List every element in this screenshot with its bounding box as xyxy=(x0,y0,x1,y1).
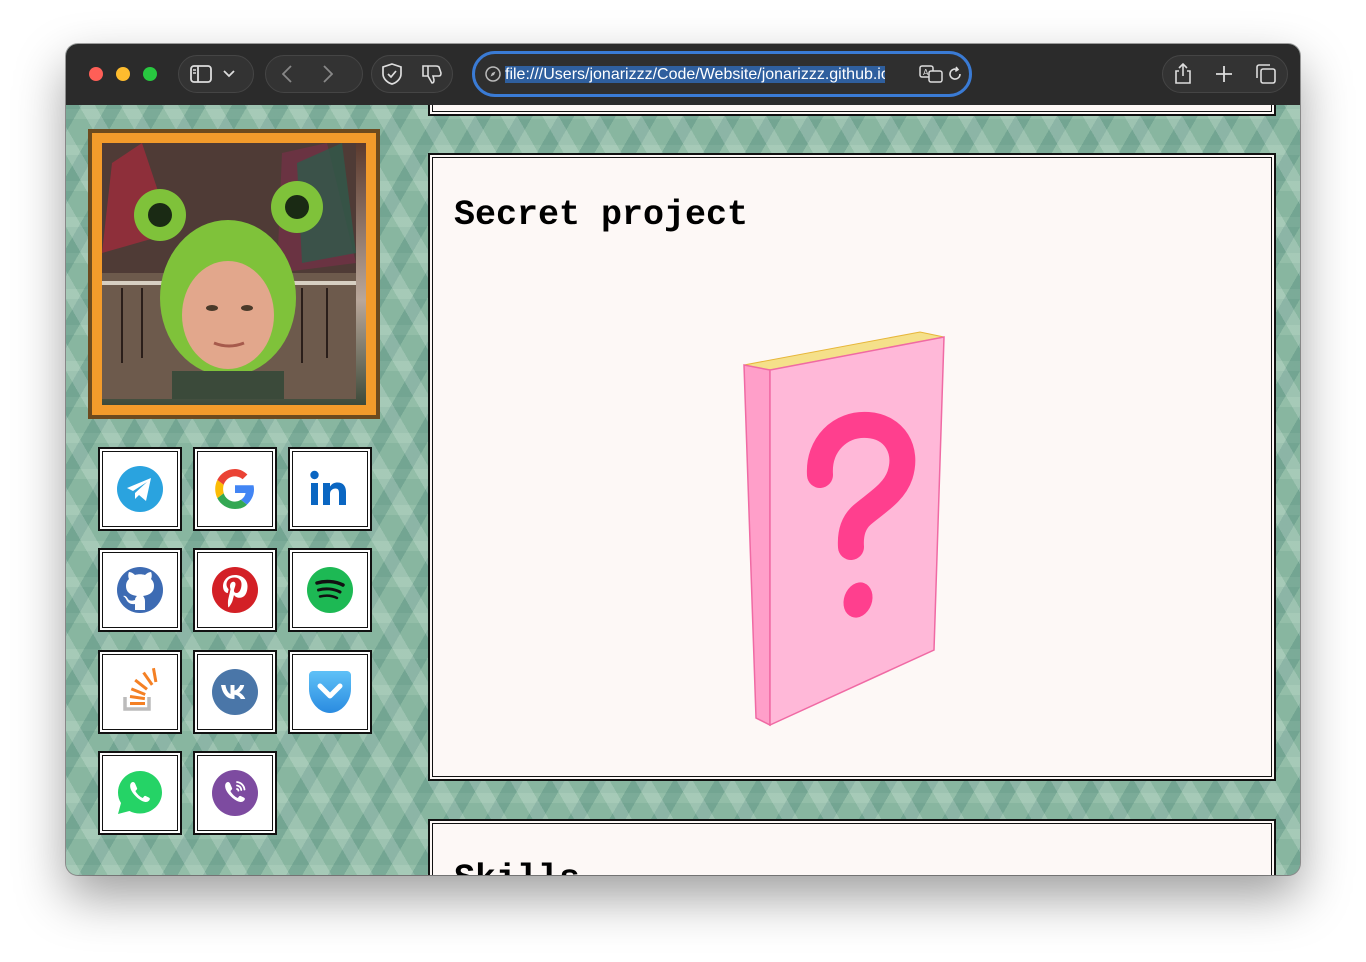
share-icon[interactable] xyxy=(1164,55,1202,93)
linkedin-icon xyxy=(310,470,346,505)
tabs-icon[interactable] xyxy=(1247,55,1285,93)
mystery-book-icon xyxy=(743,331,945,727)
skills-card: Skills xyxy=(428,819,1276,875)
secret-project-card: Secret project xyxy=(428,153,1276,781)
spotify-icon xyxy=(307,567,353,613)
google-icon xyxy=(215,469,254,509)
pinterest-link[interactable] xyxy=(193,548,277,632)
stackoverflow-icon xyxy=(123,667,158,711)
chevron-down-icon[interactable] xyxy=(214,55,244,93)
telegram-link[interactable] xyxy=(98,447,182,531)
google-link[interactable] xyxy=(193,447,277,531)
browser-window: file:///Users/jonarizzz/Code/Website/jon… xyxy=(66,44,1300,875)
vk-link[interactable] xyxy=(193,650,277,734)
viber-icon xyxy=(212,770,258,816)
vk-icon xyxy=(212,669,258,715)
back-icon[interactable] xyxy=(268,55,306,93)
section-title: Secret project xyxy=(454,195,749,235)
linkedin-link[interactable] xyxy=(288,447,372,531)
github-link[interactable] xyxy=(98,548,182,632)
compass-icon xyxy=(479,56,507,92)
pocket-link[interactable] xyxy=(288,650,372,734)
spotify-link[interactable] xyxy=(288,548,372,632)
profile-photo-frame xyxy=(88,129,380,419)
url-text[interactable]: file:///Users/jonarizzz/Code/Website/jon… xyxy=(505,65,885,85)
stackoverflow-link[interactable] xyxy=(98,650,182,734)
whatsapp-icon xyxy=(118,771,162,814)
forward-icon[interactable] xyxy=(309,55,347,93)
section-title: Skills xyxy=(454,859,580,875)
shield-icon[interactable] xyxy=(373,55,411,93)
reload-icon[interactable] xyxy=(941,56,969,92)
plus-icon[interactable] xyxy=(1205,55,1243,93)
svg-text:A: A xyxy=(923,68,929,77)
pinterest-icon xyxy=(212,567,258,613)
github-icon xyxy=(117,567,163,613)
telegram-icon xyxy=(117,466,163,512)
whatsapp-link[interactable] xyxy=(98,751,182,835)
viber-link[interactable] xyxy=(193,751,277,835)
thumbs-down-icon[interactable] xyxy=(413,55,451,93)
close-window-button[interactable] xyxy=(89,67,103,81)
profile-photo xyxy=(102,143,366,405)
zoom-window-button[interactable] xyxy=(143,67,157,81)
previous-section-card xyxy=(428,105,1276,116)
minimize-window-button[interactable] xyxy=(116,67,130,81)
browser-toolbar: file:///Users/jonarizzz/Code/Website/jon… xyxy=(66,44,1300,106)
address-bar[interactable]: file:///Users/jonarizzz/Code/Website/jon… xyxy=(472,51,972,97)
page-content: Secret project Skills xyxy=(66,105,1300,875)
pocket-icon xyxy=(309,671,351,713)
